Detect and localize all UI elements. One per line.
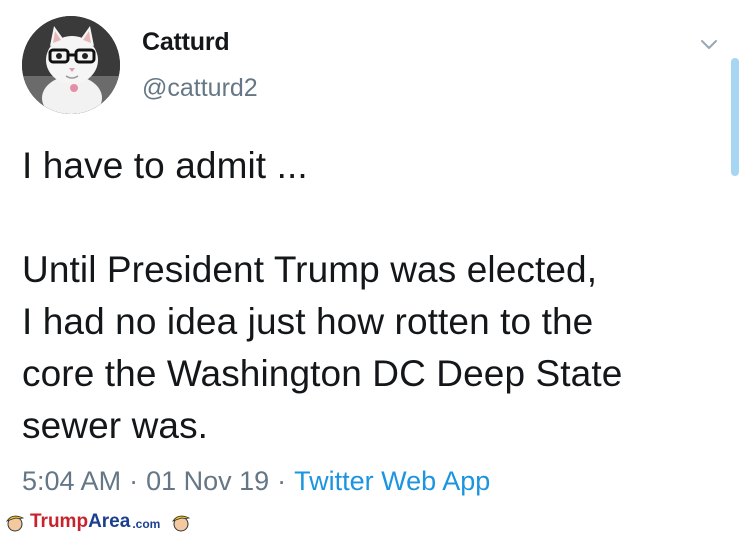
meta-separator: ·: [129, 466, 139, 496]
tweet-source-link[interactable]: Twitter Web App: [294, 466, 490, 496]
tweet-metadata: 5:04 AM · 01 Nov 19 · Twitter Web App: [22, 466, 490, 497]
chevron-down-icon[interactable]: [697, 32, 721, 56]
watermark-text-area: Area: [88, 511, 131, 532]
avatar[interactable]: [22, 16, 120, 114]
cat-avatar-image: [22, 16, 120, 114]
tweet-time[interactable]: 5:04 AM: [22, 466, 121, 496]
trump-head-icon: [6, 515, 25, 532]
display-name[interactable]: Catturd: [142, 28, 230, 57]
tweet-date[interactable]: 01 Nov 19: [146, 466, 269, 496]
watermark-text-trump: Trump: [30, 511, 89, 532]
scrollbar-thumb[interactable]: [731, 58, 739, 176]
user-handle[interactable]: @catturd2: [142, 74, 258, 103]
watermark: Trump Area .com: [4, 510, 192, 534]
tweet-text: I have to admit ... Until President Trum…: [22, 145, 623, 446]
meta-separator: ·: [277, 466, 287, 496]
watermark-text-com: .com: [132, 517, 161, 531]
trump-head-icon: [172, 515, 191, 532]
